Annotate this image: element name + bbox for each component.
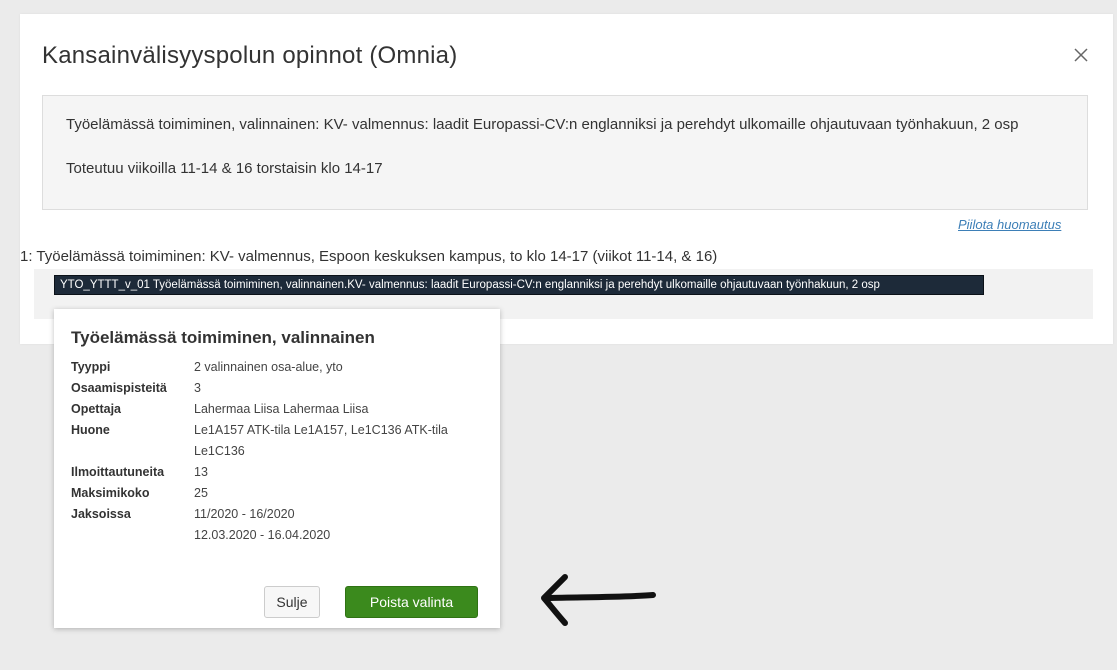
detail-value: 11/2020 - 16/2020	[194, 507, 295, 521]
close-icon	[1074, 48, 1088, 62]
details-list: Tyyppi 2 valinnainen osa-alue, yto Osaam…	[71, 357, 479, 546]
detail-row: Ilmoittautuneita 13	[71, 462, 479, 483]
modal-title: Kansainvälisyyspolun opinnot (Omnia)	[42, 42, 458, 69]
detail-key: Osaamispisteitä	[71, 381, 167, 395]
detail-row: Tyyppi 2 valinnainen osa-alue, yto	[71, 357, 479, 378]
detail-value: Le1A157 ATK-tila Le1A157, Le1C136 ATK-ti…	[194, 423, 448, 458]
popover-title: Työelämässä toimiminen, valinnainen	[71, 328, 375, 347]
remove-selection-button[interactable]: Poista valinta	[345, 586, 478, 618]
selected-course-chip[interactable]: YTO_YTTT_v_01 Työelämässä toimiminen, va…	[54, 275, 984, 295]
detail-value: 12.03.2020 - 16.04.2020	[194, 528, 331, 542]
arrow-left-icon	[541, 574, 656, 626]
course-details-popover: Työelämässä toimiminen, valinnainen Tyyp…	[54, 309, 500, 628]
course-group-title: 1: Työelämässä toimiminen: KV- valmennus…	[20, 248, 718, 265]
course-note: Työelämässä toimiminen, valinnainen: KV-…	[42, 95, 1088, 210]
note-description: Työelämässä toimiminen, valinnainen: KV-…	[66, 116, 1019, 133]
detail-row: Osaamispisteitä 3	[71, 378, 479, 399]
hide-note-link[interactable]: Piilota huomautus	[958, 217, 1061, 232]
note-schedule: Toteutuu viikoilla 11-14 & 16 torstaisin…	[66, 160, 383, 177]
close-button[interactable]	[1070, 44, 1092, 66]
detail-key: Maksimikoko	[71, 486, 150, 500]
detail-key	[71, 525, 194, 546]
detail-key: Ilmoittautuneita	[71, 465, 165, 479]
detail-row: Opettaja Lahermaa Liisa Lahermaa Liisa	[71, 399, 479, 420]
detail-key: Opettaja	[71, 402, 122, 416]
detail-key: Tyyppi	[71, 360, 111, 374]
detail-value: Lahermaa Liisa Lahermaa Liisa	[194, 402, 369, 416]
detail-value: 13	[194, 465, 208, 479]
close-popover-button[interactable]: Sulje	[264, 586, 320, 618]
detail-value: 3	[194, 381, 201, 395]
detail-value: 25	[194, 486, 208, 500]
detail-row: 12.03.2020 - 16.04.2020	[71, 525, 479, 546]
detail-value: 2 valinnainen osa-alue, yto	[194, 360, 343, 374]
detail-row: Huone Le1A157 ATK-tila Le1A157, Le1C136 …	[71, 420, 479, 462]
detail-row: Jaksoissa 11/2020 - 16/2020	[71, 504, 479, 525]
detail-row: Maksimikoko 25	[71, 483, 479, 504]
detail-key: Jaksoissa	[71, 507, 131, 521]
detail-key: Huone	[71, 423, 110, 437]
